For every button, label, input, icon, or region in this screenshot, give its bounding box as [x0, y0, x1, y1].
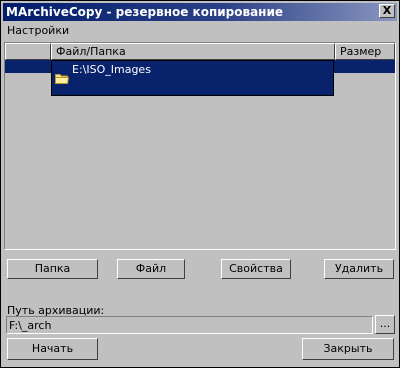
archive-path-input[interactable]: [6, 316, 373, 334]
close-button[interactable]: Закрыть: [302, 338, 394, 360]
main-window: MArchiveCopy - резервное копирование X Н…: [0, 0, 400, 368]
delete-button[interactable]: Удалить: [324, 259, 394, 279]
add-file-button[interactable]: Файл: [117, 259, 185, 279]
column-header-size[interactable]: Размер: [335, 43, 395, 60]
window-title: MArchiveCopy - резервное копирование: [6, 5, 284, 19]
title-bar[interactable]: MArchiveCopy - резервное копирование X: [3, 3, 397, 21]
browse-path-button[interactable]: ...: [375, 315, 395, 334]
menu-item-settings[interactable]: Настройки: [7, 24, 69, 37]
folder-icon: [55, 74, 69, 84]
properties-button[interactable]: Свойства: [221, 259, 291, 279]
file-name: E:\ISO_Images: [72, 63, 151, 76]
column-header-file-folder[interactable]: Файл/Папка: [51, 43, 335, 60]
list-header: Файл/Папка Размер: [5, 43, 395, 60]
close-window-button[interactable]: X: [379, 4, 395, 18]
file-list[interactable]: Файл/Папка Размер E:\ISO_Images: [4, 42, 396, 250]
file-cell[interactable]: E:\ISO_Images: [51, 60, 334, 96]
start-button[interactable]: Начать: [7, 338, 98, 360]
column-header-icon[interactable]: [5, 43, 51, 60]
menu-bar: Настройки: [3, 22, 397, 40]
add-folder-button[interactable]: Папка: [7, 259, 98, 279]
